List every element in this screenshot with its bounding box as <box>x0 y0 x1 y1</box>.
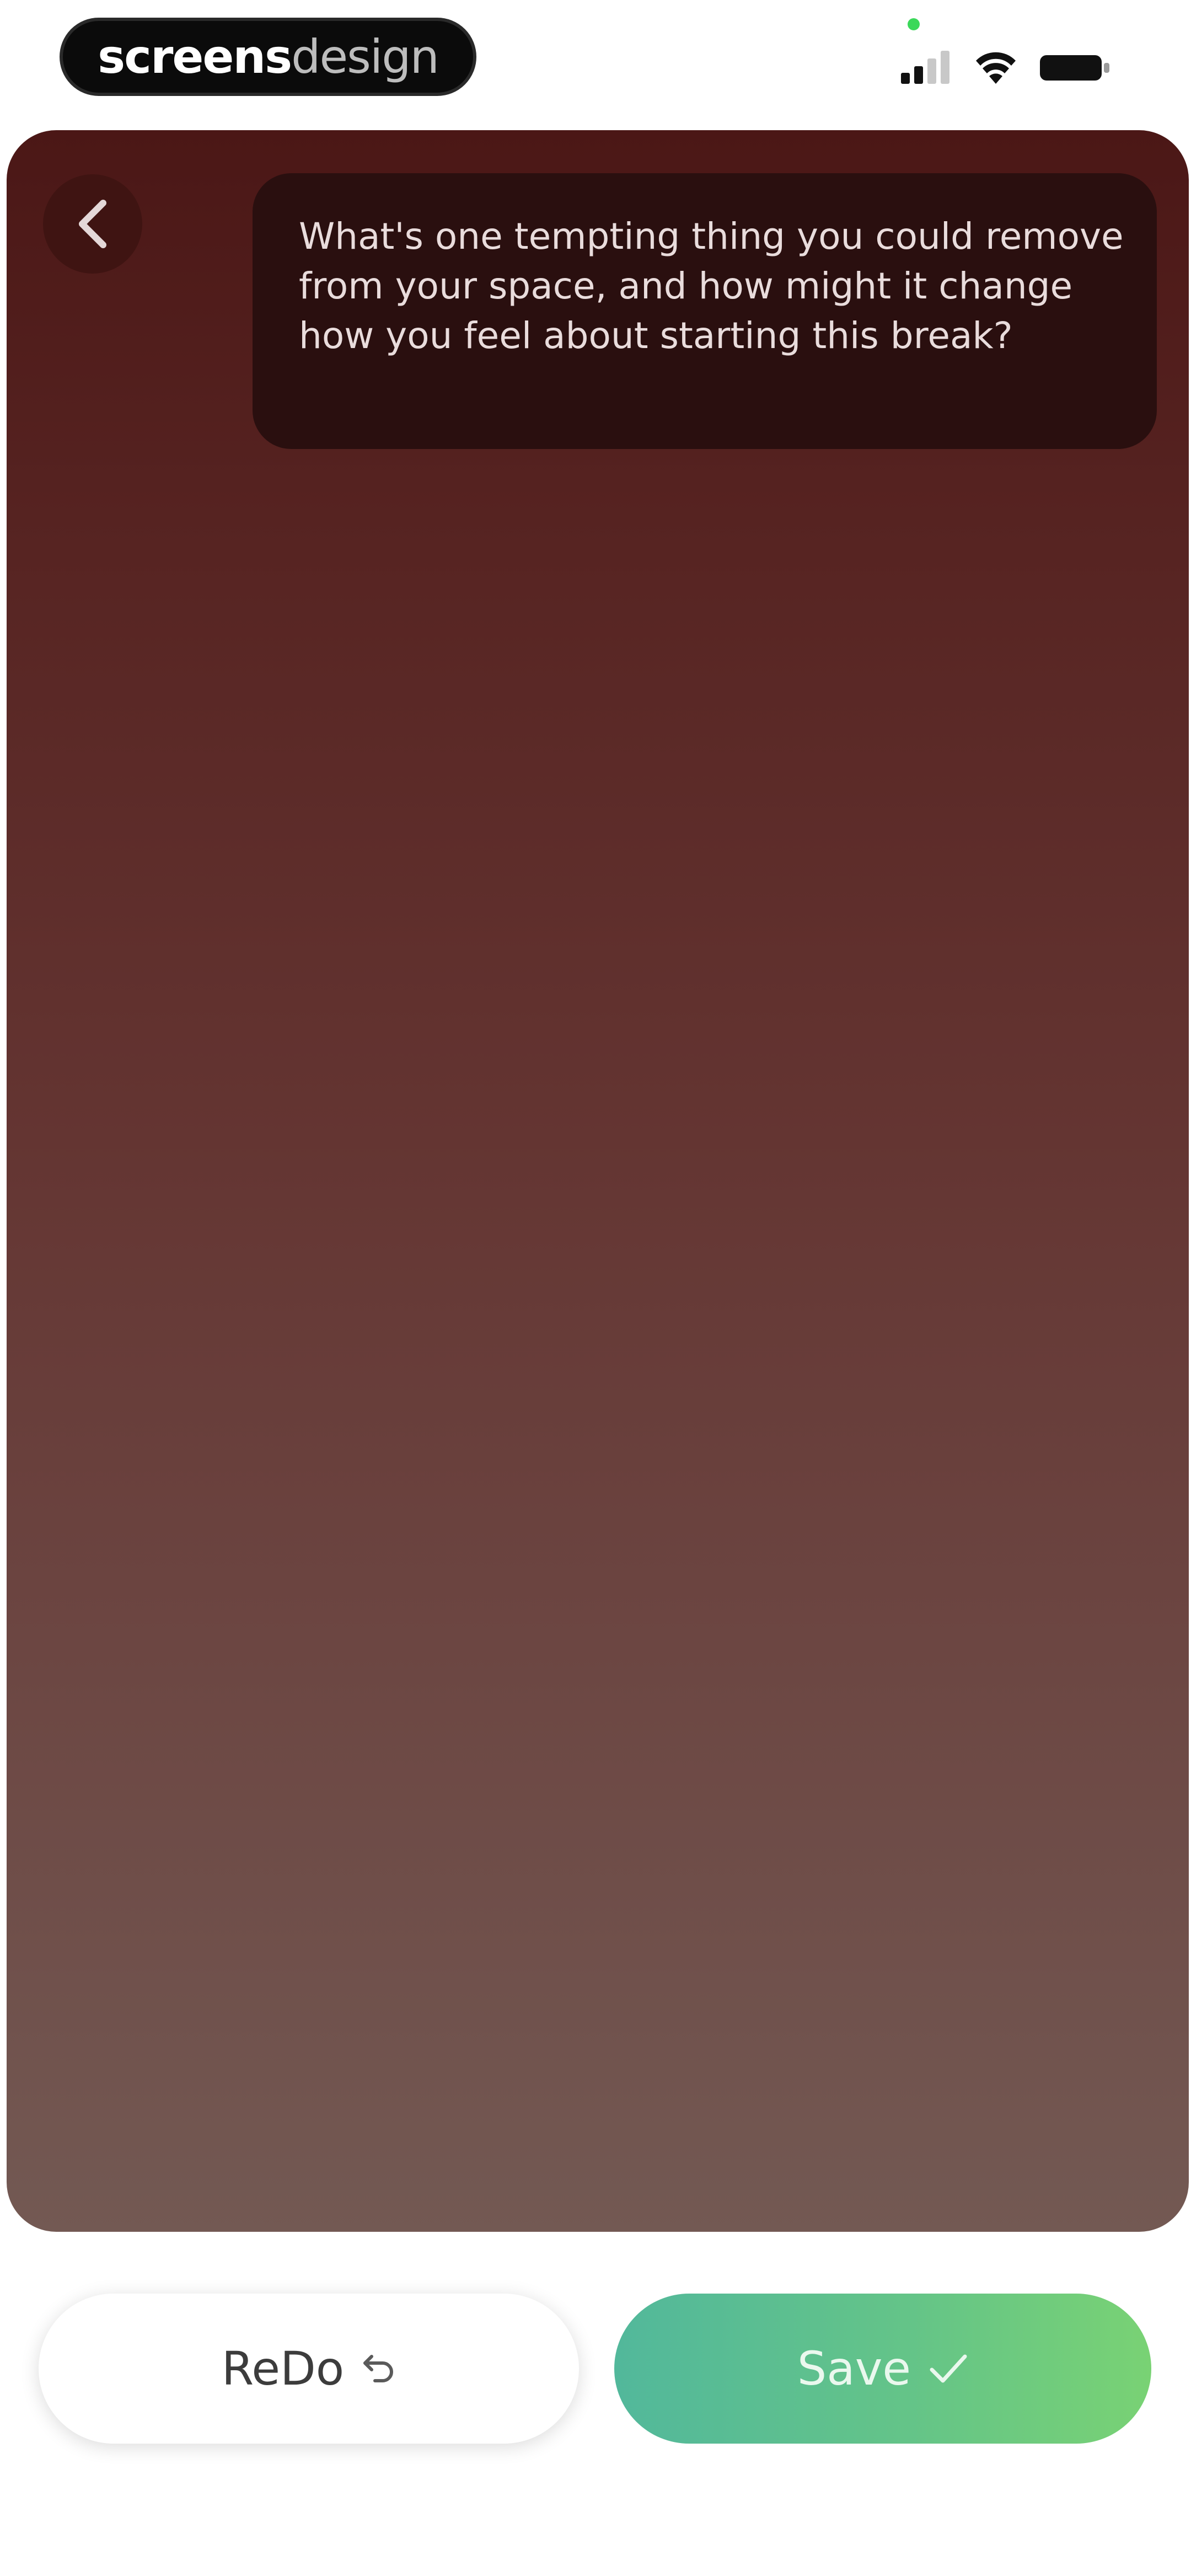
prompt-text: What's one tempting thing you could remo… <box>299 215 1124 357</box>
save-button[interactable]: Save <box>614 2294 1151 2444</box>
save-button-label: Save <box>797 2342 911 2396</box>
redo-button-label: ReDo <box>221 2342 345 2396</box>
app-screen: screensdesign What's one tempting thing … <box>0 0 1191 2576</box>
signal-icon <box>901 51 949 84</box>
undo-arrow-icon <box>362 2353 396 2384</box>
checkmark-icon <box>929 2352 968 2385</box>
wifi-icon <box>976 52 1016 84</box>
privacy-indicator <box>908 18 920 30</box>
reflection-card: What's one tempting thing you could remo… <box>7 130 1189 2232</box>
back-button[interactable] <box>43 174 142 274</box>
prompt-bubble: What's one tempting thing you could remo… <box>253 173 1157 449</box>
brand-wordmark-light: design <box>291 30 439 84</box>
battery-icon <box>1040 55 1109 81</box>
status-bar: screensdesign <box>0 0 1191 121</box>
brand-wordmark-bold: screens <box>98 30 292 84</box>
brand-logo: screensdesign <box>60 18 476 96</box>
chevron-left-icon <box>79 200 106 248</box>
redo-button[interactable]: ReDo <box>39 2294 579 2444</box>
brand-wordmark: screensdesign <box>98 34 439 80</box>
